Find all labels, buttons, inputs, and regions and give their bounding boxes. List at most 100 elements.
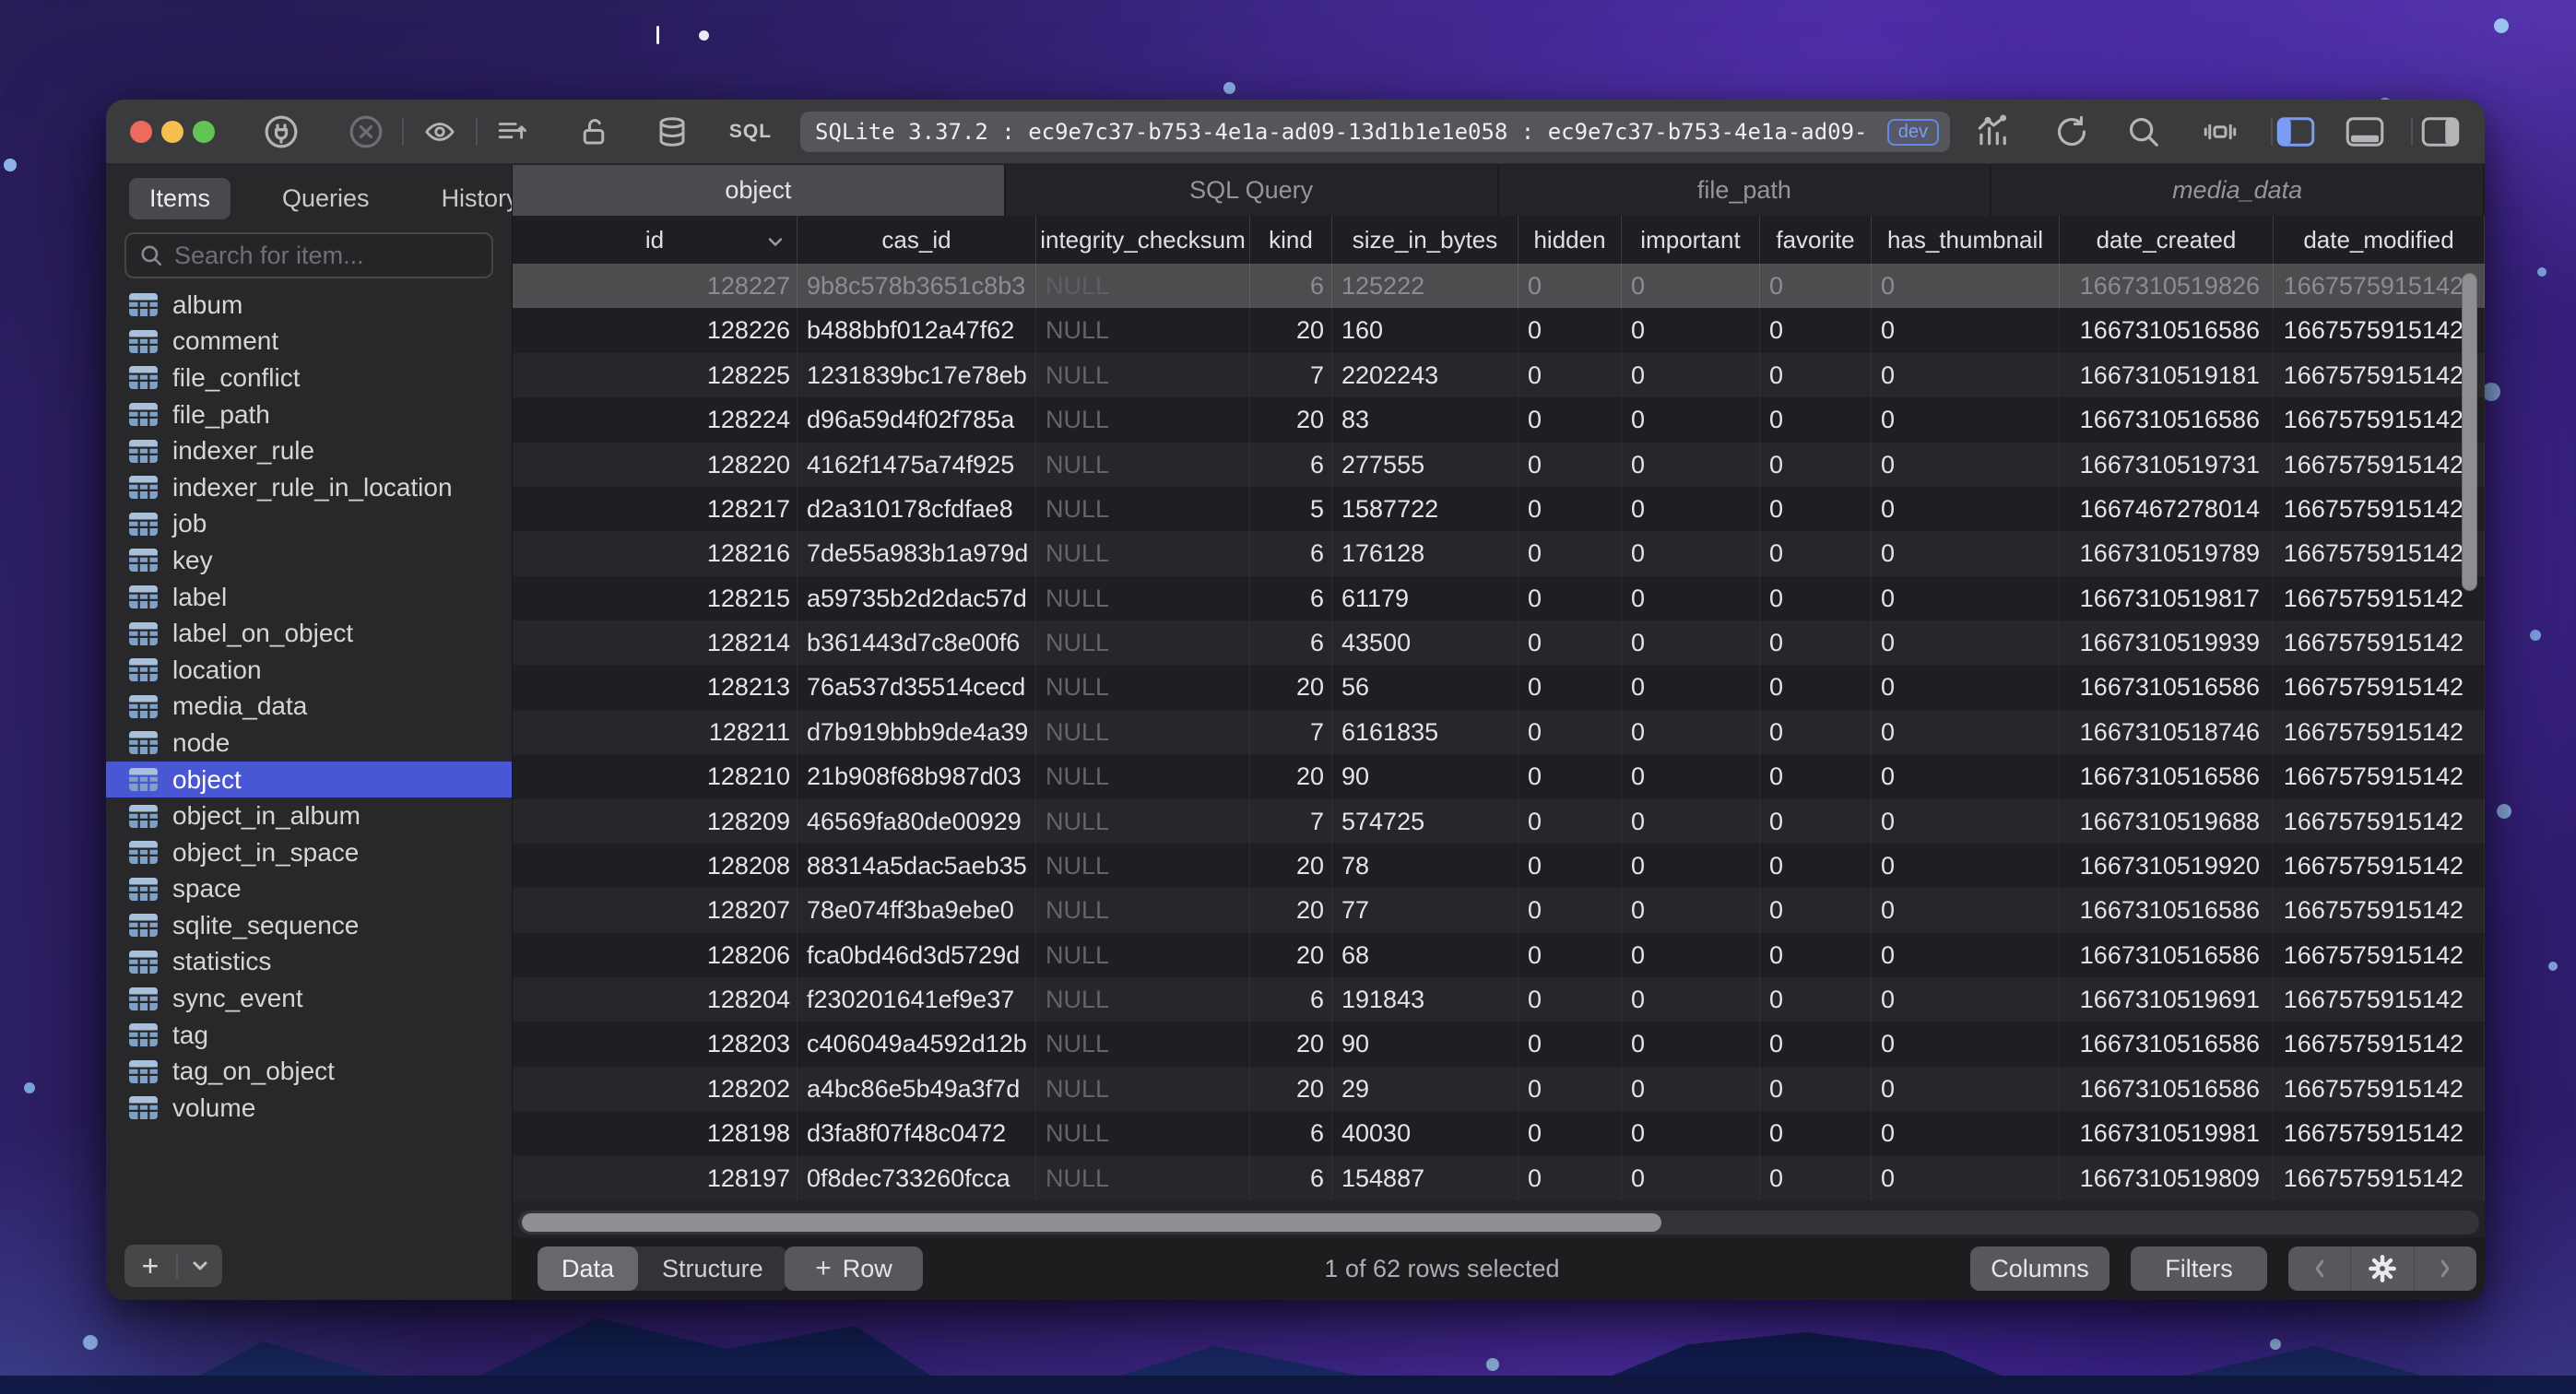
cell-has_thumbnail[interactable]: 0	[1872, 665, 2060, 710]
cell-integrity_checksum[interactable]: NULL	[1036, 754, 1250, 799]
cell-important[interactable]: 0	[1622, 1111, 1760, 1156]
sidebar-item-key[interactable]: key	[106, 542, 512, 579]
cell-integrity_checksum[interactable]: NULL	[1036, 798, 1250, 844]
cell-cas_id[interactable]: b361443d7c8e00f6	[798, 620, 1036, 666]
tab-object[interactable]: object	[513, 165, 1006, 216]
cell-has_thumbnail[interactable]: 0	[1872, 1066, 2060, 1112]
cell-date_created[interactable]: 1667310516586	[2060, 308, 2274, 353]
sidebar-item-tag-on-object[interactable]: tag_on_object	[106, 1053, 512, 1090]
cell-important[interactable]: 0	[1622, 843, 1760, 889]
table-row[interactable]: 128209 46569fa80de00929 NULL 7 574725 0 0 0 0 166…	[513, 798, 2485, 844]
cell-integrity_checksum[interactable]: NULL	[1036, 264, 1250, 309]
close-button[interactable]	[130, 121, 152, 143]
cell-favorite[interactable]: 0	[1760, 1066, 1872, 1112]
cell-important[interactable]: 0	[1622, 397, 1760, 443]
panel-right-toggle-icon[interactable]	[2421, 116, 2460, 148]
cell-integrity_checksum[interactable]: NULL	[1036, 352, 1250, 398]
cell-hidden[interactable]: 0	[1518, 442, 1622, 487]
cell-integrity_checksum[interactable]: NULL	[1036, 888, 1250, 933]
cell-favorite[interactable]: 0	[1760, 531, 1872, 576]
cell-date_created[interactable]: 1667310519789	[2060, 531, 2274, 576]
cell-integrity_checksum[interactable]: NULL	[1036, 1155, 1250, 1200]
cell-cas_id[interactable]: 78e074ff3ba9ebe0	[798, 888, 1036, 933]
cell-cas_id[interactable]: 0f8dec733260fcca	[798, 1155, 1036, 1200]
cell-id[interactable]: 128211	[513, 709, 798, 755]
cell-favorite[interactable]: 0	[1760, 798, 1872, 844]
cell-important[interactable]: 0	[1622, 798, 1760, 844]
cell-cas_id[interactable]: a59735b2d2dac57d	[798, 575, 1036, 620]
cell-id[interactable]: 128226	[513, 308, 798, 353]
cell-integrity_checksum[interactable]: NULL	[1036, 397, 1250, 443]
cell-favorite[interactable]: 0	[1760, 1155, 1872, 1200]
table-row[interactable]: 128227 9b8c578b3651c8b3 NULL 6 125222 0 0 0 0 166…	[513, 264, 2485, 309]
cell-date_modified[interactable]: 1667575915142	[2274, 442, 2485, 487]
cell-cas_id[interactable]: 46569fa80de00929	[798, 798, 1036, 844]
cell-hidden[interactable]: 0	[1518, 888, 1622, 933]
cell-cas_id[interactable]: d7b919bbb9de4a39	[798, 709, 1036, 755]
cell-date_modified[interactable]: 1667575915142	[2274, 1022, 2485, 1067]
cell-date_created[interactable]: 1667310519817	[2060, 575, 2274, 620]
cell-size_in_bytes[interactable]: 77	[1332, 888, 1518, 933]
cell-id[interactable]: 128216	[513, 531, 798, 576]
cell-favorite[interactable]: 0	[1760, 352, 1872, 398]
cell-important[interactable]: 0	[1622, 1066, 1760, 1112]
cell-kind[interactable]: 20	[1250, 1066, 1332, 1112]
cell-size_in_bytes[interactable]: 154887	[1332, 1155, 1518, 1200]
column-header-important[interactable]: important	[1622, 216, 1760, 264]
cell-id[interactable]: 128214	[513, 620, 798, 666]
sidebar-item-comment[interactable]: comment	[106, 324, 512, 360]
columns-button[interactable]: Columns	[1970, 1246, 2109, 1291]
cell-favorite[interactable]: 0	[1760, 308, 1872, 353]
cell-favorite[interactable]: 0	[1760, 486, 1872, 532]
lock-open-icon[interactable]	[577, 114, 610, 149]
cell-has_thumbnail[interactable]: 0	[1872, 308, 2060, 353]
cell-important[interactable]: 0	[1622, 442, 1760, 487]
cell-id[interactable]: 128227	[513, 264, 798, 309]
cell-date_modified[interactable]: 1667575915142	[2274, 888, 2485, 933]
cell-has_thumbnail[interactable]: 0	[1872, 620, 2060, 666]
cell-date_created[interactable]: 1667310519981	[2060, 1111, 2274, 1156]
cell-size_in_bytes[interactable]: 574725	[1332, 798, 1518, 844]
cell-id[interactable]: 128202	[513, 1066, 798, 1112]
cell-hidden[interactable]: 0	[1518, 977, 1622, 1022]
cell-kind[interactable]: 20	[1250, 932, 1332, 977]
cell-id[interactable]: 128206	[513, 932, 798, 977]
cell-cas_id[interactable]: f230201641ef9e37	[798, 977, 1036, 1022]
cell-size_in_bytes[interactable]: 1587722	[1332, 486, 1518, 532]
sidebar-item-location[interactable]: location	[106, 652, 512, 689]
cell-date_created[interactable]: 1667310519181	[2060, 352, 2274, 398]
cell-important[interactable]: 0	[1622, 308, 1760, 353]
sidebar-item-label-on-object[interactable]: label_on_object	[106, 615, 512, 652]
cell-date_created[interactable]: 1667310516586	[2060, 1066, 2274, 1112]
column-header-integrity_checksum[interactable]: integrity_checksum	[1036, 216, 1250, 264]
cell-hidden[interactable]: 0	[1518, 1111, 1622, 1156]
cell-size_in_bytes[interactable]: 191843	[1332, 977, 1518, 1022]
table-row[interactable]: 128211 d7b919bbb9de4a39 NULL 7 6161835 0 0 0 0 16…	[513, 709, 2485, 755]
cell-id[interactable]: 128224	[513, 397, 798, 443]
table-row[interactable]: 128216 7de55a983b1a979d NULL 6 176128 0 0 0 0 166…	[513, 531, 2485, 576]
cell-date_created[interactable]: 1667310519691	[2060, 977, 2274, 1022]
cell-kind[interactable]: 6	[1250, 620, 1332, 666]
cell-cas_id[interactable]: d3fa8f07f48c0472	[798, 1111, 1036, 1156]
cell-hidden[interactable]: 0	[1518, 843, 1622, 889]
sort-chevron-icon[interactable]	[767, 226, 784, 254]
cell-integrity_checksum[interactable]: NULL	[1036, 843, 1250, 889]
cell-cas_id[interactable]: 1231839bc17e78eb	[798, 352, 1036, 398]
filters-button[interactable]: Filters	[2131, 1246, 2267, 1291]
cell-kind[interactable]: 6	[1250, 442, 1332, 487]
cell-important[interactable]: 0	[1622, 665, 1760, 710]
column-header-size_in_bytes[interactable]: size_in_bytes	[1332, 216, 1518, 264]
sidebar-item-node[interactable]: node	[106, 725, 512, 762]
column-header-has_thumbnail[interactable]: has_thumbnail	[1872, 216, 2060, 264]
cell-important[interactable]: 0	[1622, 264, 1760, 309]
cell-date_created[interactable]: 1667310519809	[2060, 1155, 2274, 1200]
cell-favorite[interactable]: 0	[1760, 888, 1872, 933]
cell-kind[interactable]: 7	[1250, 352, 1332, 398]
table-row[interactable]: 128198 d3fa8f07f48c0472 NULL 6 40030 0 0 0 0 1667…	[513, 1111, 2485, 1156]
cell-favorite[interactable]: 0	[1760, 264, 1872, 309]
cell-favorite[interactable]: 0	[1760, 575, 1872, 620]
cell-important[interactable]: 0	[1622, 575, 1760, 620]
cell-cas_id[interactable]: 4162f1475a74f925	[798, 442, 1036, 487]
table-row[interactable]: 128210 21b908f68b987d03 NULL 20 90 0 0 0 0 166731…	[513, 754, 2485, 799]
cell-favorite[interactable]: 0	[1760, 932, 1872, 977]
